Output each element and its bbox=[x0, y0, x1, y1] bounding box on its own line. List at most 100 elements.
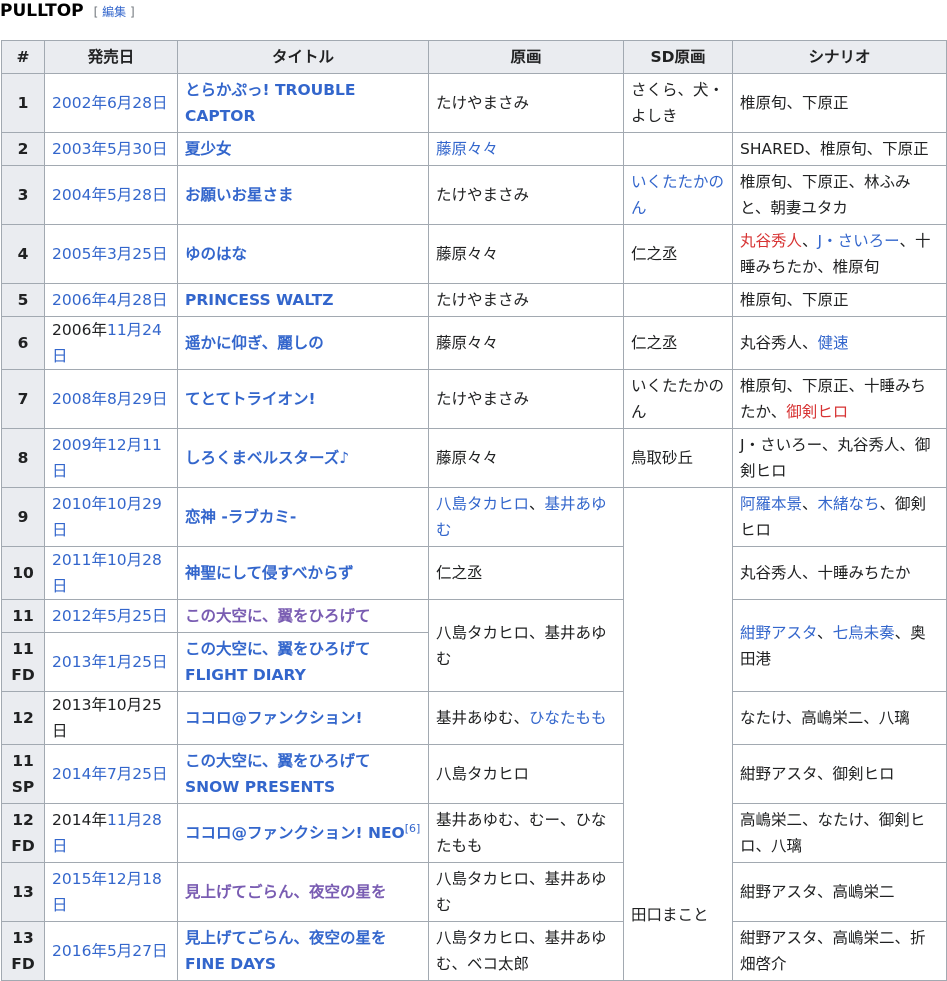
cell-text: 藤原々々 bbox=[436, 334, 499, 352]
wiki-link[interactable]: 2009年12月11日 bbox=[52, 436, 162, 480]
wiki-link[interactable]: 紺野アスタ bbox=[740, 624, 817, 642]
wiki-link[interactable]: この大空に、翼をひろげて SNOW PRESENTS bbox=[185, 752, 371, 796]
wiki-link[interactable]: 2004年5月28日 bbox=[52, 186, 168, 204]
release-date: 2006年11月24日 bbox=[44, 316, 178, 370]
scenario: 椎原旬、下原正、十睡みちたか、御剣ヒロ bbox=[732, 369, 947, 429]
wiki-link[interactable]: 七烏未奏 bbox=[833, 624, 895, 642]
wiki-link[interactable]: PRINCESS WALTZ bbox=[185, 291, 334, 309]
table-row: 3 2004年5月28日 お願いお星さま たけやまさみ いくたたかのん 椎原旬、下原正、林… bbox=[1, 165, 947, 225]
wiki-link[interactable]: 健速 bbox=[818, 334, 849, 352]
game-title: 見上げてごらん、夜空の星を bbox=[177, 862, 429, 922]
wiki-link[interactable]: ひなたもも bbox=[529, 709, 607, 727]
original-art: 八島タカヒロ、基井あゆむ bbox=[428, 487, 624, 547]
row-number: 10 bbox=[1, 546, 45, 600]
release-date: 2008年8月29日 bbox=[44, 369, 178, 429]
wiki-link[interactable]: 神聖にして侵すべからず bbox=[185, 564, 354, 582]
original-art: 八島タカヒロ、基井あゆむ、ベコ太郎 bbox=[428, 921, 624, 981]
wiki-link[interactable]: 見上げてごらん、夜空の星を FINE DAYS bbox=[185, 929, 387, 973]
cell-text: いくたたかのん bbox=[631, 377, 725, 421]
scenario: 椎原旬、下原正 bbox=[732, 283, 947, 317]
wiki-link[interactable]: 2006年4月28日 bbox=[52, 291, 168, 309]
wiki-link[interactable]: この大空に、翼をひろげて bbox=[185, 607, 371, 625]
cell-text: 仁之丞 bbox=[436, 564, 483, 582]
table-row: 10 2011年10月28日 神聖にして侵すべからず 仁之丞 丸谷秀人、十睡みちたか bbox=[1, 546, 947, 600]
wiki-link[interactable]: 2012年5月25日 bbox=[52, 607, 168, 625]
release-date: 2010年10月29日 bbox=[44, 487, 178, 547]
wiki-link[interactable]: 2013年1月25日 bbox=[52, 653, 168, 671]
original-art: 藤原々々 bbox=[428, 316, 624, 370]
release-table: # 発売日 タイトル 原画 SD原画 シナリオ 1 2002年6月28日 とらかぷっ… bbox=[1, 40, 947, 981]
cell-text: SHARED、椎原旬、下原正 bbox=[740, 140, 929, 158]
cell-text: 紺野アスタ、高嶋栄二、折畑啓介 bbox=[740, 929, 926, 973]
header-release-date: 発売日 bbox=[44, 40, 178, 74]
wiki-link[interactable]: 藤原々々 bbox=[436, 140, 498, 158]
row-number: 7 bbox=[1, 369, 45, 429]
sd-art: 田口まこと bbox=[623, 487, 733, 981]
wiki-link[interactable]: 恋神 -ラブカミ- bbox=[185, 508, 296, 526]
header-number: # bbox=[1, 40, 45, 74]
wiki-link[interactable]: 阿羅本景 bbox=[740, 495, 802, 513]
table-row: 11 SP 2014年7月25日 この大空に、翼をひろげて SNOW PRESENT… bbox=[1, 744, 947, 804]
edit-link[interactable]: 編集 bbox=[102, 5, 126, 19]
wiki-link[interactable]: この大空に、翼をひろげて FLIGHT DIARY bbox=[185, 640, 371, 684]
row-number: 5 bbox=[1, 283, 45, 317]
wiki-link[interactable]: 御剣ヒロ bbox=[786, 403, 848, 421]
cell-text: 椎原旬、下原正、林ふみと、朝妻ユタカ bbox=[740, 173, 911, 217]
scenario: 阿羅本景、木緒なち、御剣ヒロ bbox=[732, 487, 947, 547]
release-date: 2003年5月30日 bbox=[44, 132, 178, 166]
table-row: 8 2009年12月11日 しろくまベルスターズ♪ 藤原々々 鳥取砂丘 J・さいろー、丸谷… bbox=[1, 428, 947, 488]
wiki-link[interactable]: 2010年10月29日 bbox=[52, 495, 162, 539]
original-art: 八島タカヒロ、基井あゆむ bbox=[428, 862, 624, 922]
cell-text: 丸谷秀人、 bbox=[740, 334, 818, 352]
scenario: なたけ、高嶋栄二、八璃 bbox=[732, 691, 947, 745]
game-title: PRINCESS WALTZ bbox=[177, 283, 429, 317]
row-number: 12 bbox=[1, 691, 45, 745]
wiki-link[interactable]: 2005年3月25日 bbox=[52, 245, 168, 263]
wiki-link[interactable]: 見上げてごらん、夜空の星を bbox=[185, 883, 387, 901]
wiki-link[interactable]: 2003年5月30日 bbox=[52, 140, 168, 158]
wiki-link[interactable]: しろくまベルスターズ♪ bbox=[185, 449, 349, 467]
wiki-link[interactable]: 2014年7月25日 bbox=[52, 765, 168, 783]
release-date: 2004年5月28日 bbox=[44, 165, 178, 225]
release-date: 2009年12月11日 bbox=[44, 428, 178, 488]
wiki-link[interactable]: とらかぷっ! TROUBLE CAPTOR bbox=[185, 81, 356, 125]
cell-text: 椎原旬、下原正 bbox=[740, 94, 849, 112]
release-date: 2013年1月25日 bbox=[44, 632, 178, 692]
wiki-link[interactable]: てとてトライオン! bbox=[185, 390, 316, 408]
wiki-link[interactable]: 2002年6月28日 bbox=[52, 94, 168, 112]
wiki-link[interactable]: 夏少女 bbox=[185, 140, 232, 158]
wiki-link[interactable]: 木緒なち bbox=[818, 495, 880, 513]
game-title: 神聖にして侵すべからず bbox=[177, 546, 429, 600]
header-sd-art: SD原画 bbox=[623, 40, 733, 74]
wiki-link[interactable]: 2015年12月18日 bbox=[52, 870, 162, 914]
wiki-link[interactable]: 丸谷秀人 bbox=[740, 232, 802, 250]
cell-text: 仁之丞 bbox=[631, 245, 678, 263]
wiki-link[interactable]: 2011年10月28日 bbox=[52, 551, 162, 595]
wiki-link[interactable]: 2008年8月29日 bbox=[52, 390, 168, 408]
game-title: ココロ@ファンクション! bbox=[177, 691, 429, 745]
wiki-link[interactable]: お願いお星さま bbox=[185, 186, 294, 204]
reference-link[interactable]: [6] bbox=[405, 822, 421, 835]
wiki-link[interactable]: J・さいろー bbox=[818, 232, 900, 250]
wiki-link[interactable]: 2016年5月27日 bbox=[52, 942, 168, 960]
row-number: 11 FD bbox=[1, 632, 45, 692]
release-date: 2013年10月25日 bbox=[44, 691, 178, 745]
wiki-link[interactable]: ココロ@ファンクション! bbox=[185, 709, 363, 727]
row-number: 2 bbox=[1, 132, 45, 166]
wiki-link[interactable]: いくたたかのん bbox=[631, 173, 724, 217]
release-date: 2014年11月28日 bbox=[44, 803, 178, 863]
cell-text: 基井あゆむ、むー、ひなたもも bbox=[436, 811, 607, 855]
original-art: 基井あゆむ、むー、ひなたもも bbox=[428, 803, 624, 863]
release-date: 2005年3月25日 bbox=[44, 224, 178, 284]
cell-text: 、 bbox=[802, 232, 818, 250]
table-row: 13 2015年12月18日 見上げてごらん、夜空の星を 八島タカヒロ、基井あゆむ 紺野… bbox=[1, 862, 947, 922]
release-date: 2014年7月25日 bbox=[44, 744, 178, 804]
row-number: 1 bbox=[1, 73, 45, 133]
release-date: 2016年5月27日 bbox=[44, 921, 178, 981]
scenario: J・さいろー、丸谷秀人、御剣ヒロ bbox=[732, 428, 947, 488]
wiki-link[interactable]: 八島タカヒロ bbox=[436, 495, 529, 513]
wiki-link[interactable]: ゆのはな bbox=[185, 245, 247, 263]
wiki-link[interactable]: 遥かに仰ぎ、麗しの bbox=[185, 334, 324, 352]
row-number: 11 bbox=[1, 599, 45, 633]
wiki-link[interactable]: ココロ@ファンクション! NEO bbox=[185, 824, 405, 842]
